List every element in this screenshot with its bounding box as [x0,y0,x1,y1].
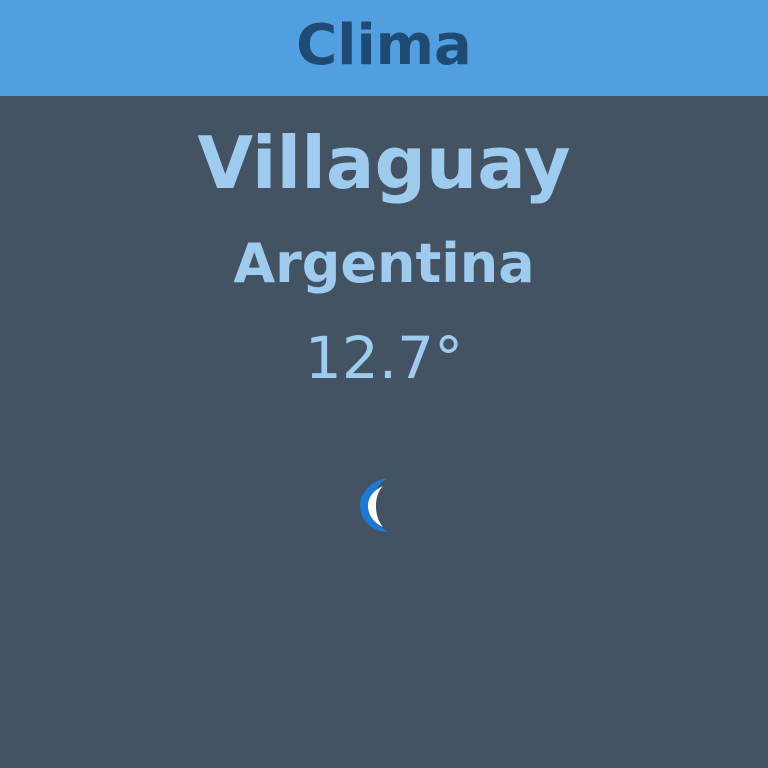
temperature: 12.7° [304,324,464,392]
weather-panel: Villaguay Argentina 12.7° [0,96,768,768]
moon-icon [360,478,388,532]
app-header: Clima [0,0,768,96]
city-name: Villaguay [197,121,571,205]
country-name: Argentina [233,232,535,295]
app-title: Clima [296,12,472,78]
